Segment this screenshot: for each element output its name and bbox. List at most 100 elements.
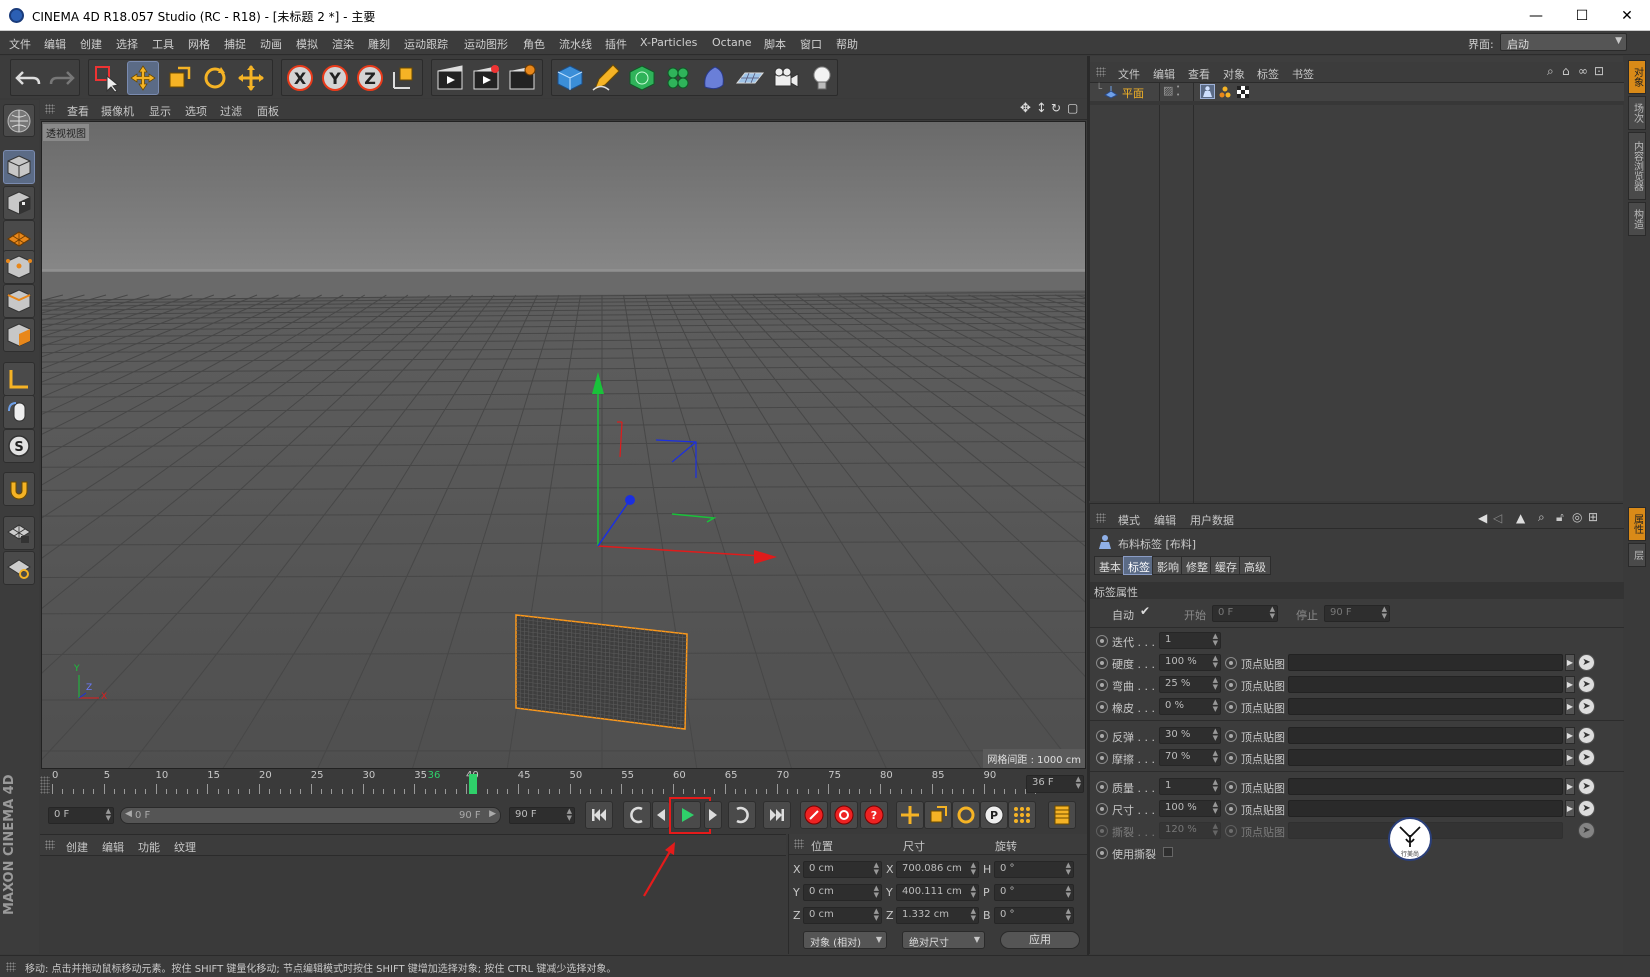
- size-field[interactable]: 100 % ▲ ▼: [1159, 800, 1221, 817]
- current-frame-field[interactable]: 36 F ▲ ▼: [1026, 775, 1084, 793]
- rotation-p-field[interactable]: 0 ° ▲ ▼: [994, 884, 1074, 901]
- tab-takes[interactable]: 场次: [1628, 96, 1646, 130]
- floor-button[interactable]: [734, 61, 766, 95]
- live-select-button[interactable]: [91, 61, 123, 95]
- max-frame-field[interactable]: 90 F ▲ ▼: [509, 807, 575, 824]
- animate-radio[interactable]: [1096, 803, 1108, 815]
- search-icon[interactable]: ⌕: [1547, 64, 1554, 79]
- viewport-menu-view[interactable]: 查看: [67, 103, 89, 119]
- render-view-button[interactable]: [434, 61, 466, 95]
- object-name[interactable]: 平面: [1122, 85, 1144, 101]
- drag-handle-icon[interactable]: [1096, 513, 1106, 523]
- x-axis-lock-button[interactable]: X: [284, 61, 316, 95]
- drag-handle-icon[interactable]: [1096, 67, 1106, 77]
- polygons-mode-button[interactable]: [3, 318, 35, 352]
- tab-layers[interactable]: 层: [1628, 543, 1646, 567]
- animate-radio[interactable]: [1225, 701, 1237, 713]
- visibility-dots-icon[interactable]: • •: [1176, 83, 1180, 99]
- position-x-field[interactable]: 0 cm ▲ ▼: [803, 861, 882, 878]
- home-icon[interactable]: ⌂: [1562, 64, 1570, 78]
- points-mode-button[interactable]: [3, 250, 35, 284]
- texture-mode-button[interactable]: [3, 186, 35, 220]
- menu-character[interactable]: 角色: [523, 36, 545, 52]
- tab-dresser[interactable]: 修整: [1181, 556, 1213, 575]
- apply-button[interactable]: 应用: [1000, 931, 1080, 949]
- attribute-menu-edit[interactable]: 编辑: [1154, 512, 1176, 528]
- expand-arrow-icon[interactable]: ▶: [1565, 800, 1575, 817]
- expand-arrow-icon[interactable]: ▶: [1565, 676, 1575, 693]
- goto-previous-keyframe-button[interactable]: [623, 801, 651, 829]
- autokeying-button[interactable]: [830, 801, 858, 829]
- animate-radio[interactable]: [1096, 701, 1108, 713]
- position-y-field[interactable]: 0 cm ▲ ▼: [803, 884, 882, 901]
- step-forward-button[interactable]: [704, 801, 722, 829]
- stiffness-vertex-map-field[interactable]: [1288, 654, 1563, 671]
- perspective-viewport[interactable]: Y Z X 透视视图 网格间距 : 1000 cm: [41, 121, 1086, 769]
- bounce-vertex-map-field[interactable]: [1288, 727, 1563, 744]
- menu-render[interactable]: 渲染: [332, 36, 354, 52]
- pick-cursor-icon[interactable]: ➤: [1578, 800, 1595, 817]
- animate-radio[interactable]: [1096, 657, 1108, 669]
- menu-sculpt[interactable]: 雕刻: [368, 36, 390, 52]
- menu-octane[interactable]: Octane: [712, 36, 752, 49]
- rotate-tool-button[interactable]: [199, 61, 231, 95]
- pick-cursor-icon[interactable]: ➤: [1578, 698, 1595, 715]
- expand-arrow-icon[interactable]: ▶: [1565, 778, 1575, 795]
- key-rotation-button[interactable]: [952, 801, 980, 829]
- material-menu-texture[interactable]: 纹理: [174, 839, 196, 855]
- undo-button[interactable]: [12, 61, 44, 95]
- key-scale-button[interactable]: [924, 801, 952, 829]
- animate-radio[interactable]: [1225, 657, 1237, 669]
- attribute-menu-user-data[interactable]: 用户数据: [1190, 512, 1234, 528]
- render-settings-button[interactable]: [506, 61, 538, 95]
- viewport-menu-filter[interactable]: 过滤: [220, 103, 242, 119]
- deformer-button[interactable]: [698, 61, 730, 95]
- rotation-h-field[interactable]: 0 ° ▲ ▼: [994, 861, 1074, 878]
- tab-influence[interactable]: 影响: [1152, 556, 1184, 575]
- expand-arrow-icon[interactable]: ▶: [1565, 698, 1575, 715]
- axis-mode-button[interactable]: [3, 362, 35, 396]
- friction-vertex-map-field[interactable]: [1288, 749, 1563, 766]
- menu-tools[interactable]: 工具: [152, 36, 174, 52]
- snap-button[interactable]: [3, 472, 35, 506]
- y-axis-lock-button[interactable]: Y: [319, 61, 351, 95]
- tab-basic[interactable]: 基本: [1094, 556, 1126, 575]
- key-position-button[interactable]: [896, 801, 924, 829]
- workplane-mode-button[interactable]: [3, 220, 35, 254]
- animate-radio[interactable]: [1096, 635, 1108, 647]
- goto-end-button[interactable]: [763, 801, 791, 829]
- timeline-playhead[interactable]: [469, 774, 477, 794]
- object-menu-edit[interactable]: 编辑: [1153, 66, 1175, 82]
- scale-tool-button[interactable]: [163, 61, 195, 95]
- object-menu-objects[interactable]: 对象: [1223, 66, 1245, 82]
- menu-mograph[interactable]: 运动图形: [464, 36, 508, 52]
- tweak-mode-button[interactable]: [3, 395, 35, 429]
- key-parameter-button[interactable]: P: [980, 801, 1008, 829]
- goto-start-button[interactable]: [585, 801, 613, 829]
- coordinate-system-button[interactable]: [388, 61, 420, 95]
- animate-radio[interactable]: [1096, 847, 1108, 859]
- animate-radio[interactable]: [1096, 781, 1108, 793]
- animate-radio[interactable]: [1225, 730, 1237, 742]
- menu-script[interactable]: 脚本: [764, 36, 786, 52]
- cube-button[interactable]: [554, 61, 586, 95]
- layer-icon[interactable]: ▨: [1163, 84, 1173, 97]
- search-icon[interactable]: ⌕: [1538, 510, 1545, 525]
- object-menu-bookmarks[interactable]: 书签: [1292, 66, 1314, 82]
- viewport-menu-cameras[interactable]: 摄像机: [101, 103, 134, 119]
- step-back-button[interactable]: [652, 801, 670, 829]
- menu-snap[interactable]: 捕捉: [224, 36, 246, 52]
- target-icon[interactable]: ◎: [1572, 510, 1582, 524]
- material-menu-function[interactable]: 功能: [138, 839, 160, 855]
- position-z-field[interactable]: 0 cm ▲ ▼: [803, 907, 882, 924]
- link-icon[interactable]: ∞: [1578, 64, 1588, 78]
- rotation-b-field[interactable]: 0 ° ▲ ▼: [994, 907, 1074, 924]
- menu-simulate[interactable]: 模拟: [296, 36, 318, 52]
- viewport-zoom-icon[interactable]: ↕: [1036, 101, 1047, 116]
- viewport-rotate-icon[interactable]: ↻: [1051, 101, 1061, 115]
- start-field[interactable]: 0 F ▲ ▼: [1212, 605, 1278, 622]
- move-tool-button[interactable]: [127, 61, 159, 95]
- drag-handle-icon[interactable]: [794, 839, 804, 849]
- menu-animate[interactable]: 动画: [260, 36, 282, 52]
- render-to-picture-viewer-button[interactable]: [470, 61, 502, 95]
